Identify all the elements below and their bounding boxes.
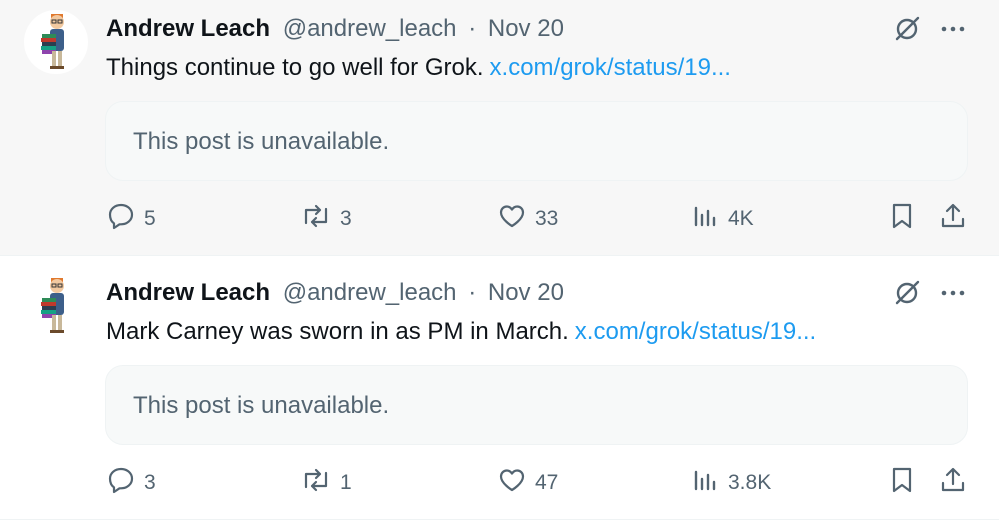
repost-button[interactable]: 3 — [300, 197, 352, 241]
view-count: 4K — [728, 207, 754, 230]
grok-icon[interactable] — [892, 14, 922, 49]
like-button[interactable]: 33 — [497, 197, 558, 241]
bookmark-button[interactable] — [888, 461, 916, 505]
reply-icon — [106, 465, 136, 501]
views-icon — [692, 465, 720, 501]
quote-card-unavailable: This post is unavailable. — [105, 365, 968, 445]
reply-button[interactable]: 5 — [106, 197, 156, 241]
post-text-content: Things continue to go well for Grok. — [106, 54, 484, 81]
author-name[interactable]: Andrew Leach — [106, 279, 270, 306]
more-icon[interactable] — [938, 278, 968, 313]
action-bar: 5 3 33 4K — [0, 197, 999, 241]
quote-card-unavailable: This post is unavailable. — [105, 101, 968, 181]
post-header: Andrew Leach @andrew_leach · Nov 20 — [106, 278, 564, 308]
like-count: 33 — [535, 207, 559, 230]
heart-icon — [497, 201, 527, 237]
post[interactable]: Andrew Leach @andrew_leach · Nov 20 Thin… — [0, 0, 999, 256]
separator: · — [468, 279, 477, 306]
repost-button[interactable]: 1 — [300, 461, 352, 505]
grok-icon[interactable] — [892, 278, 922, 313]
views-button[interactable]: 4K — [692, 197, 754, 241]
share-icon — [938, 201, 968, 237]
avatar[interactable] — [24, 274, 88, 338]
avatar[interactable] — [24, 10, 88, 74]
repost-count: 3 — [340, 207, 352, 230]
views-icon — [692, 201, 720, 237]
post-text-content: Mark Carney was sworn in as PM in March. — [106, 318, 569, 345]
reply-count: 3 — [144, 471, 156, 494]
author-handle[interactable]: @andrew_leach — [283, 279, 457, 306]
views-button[interactable]: 3.8K — [692, 461, 771, 505]
share-button[interactable] — [938, 461, 968, 505]
reply-count: 5 — [144, 207, 156, 230]
like-button[interactable]: 47 — [497, 461, 558, 505]
share-button[interactable] — [938, 197, 968, 241]
reply-icon — [106, 201, 136, 237]
post-text: Things continue to go well for Grok. x.co… — [106, 52, 731, 84]
view-count: 3.8K — [728, 471, 772, 494]
action-bar: 3 1 47 3.8K — [0, 461, 999, 505]
bookmark-button[interactable] — [888, 197, 916, 241]
repost-count: 1 — [340, 471, 352, 494]
bookmark-icon — [888, 465, 916, 501]
post-text: Mark Carney was sworn in as PM in March.… — [106, 316, 816, 348]
separator: · — [468, 15, 477, 42]
post-header: Andrew Leach @andrew_leach · Nov 20 — [106, 14, 564, 44]
post-link[interactable]: x.com/grok/status/19... — [575, 318, 816, 345]
author-handle[interactable]: @andrew_leach — [283, 15, 457, 42]
like-count: 47 — [535, 471, 559, 494]
post[interactable]: Andrew Leach @andrew_leach · Nov 20 Mark… — [0, 264, 999, 520]
repost-icon — [300, 465, 332, 501]
reply-button[interactable]: 3 — [106, 461, 156, 505]
avatar-image — [41, 14, 64, 69]
heart-icon — [497, 465, 527, 501]
avatar-image — [41, 278, 64, 333]
repost-icon — [300, 201, 332, 237]
author-name[interactable]: Andrew Leach — [106, 15, 270, 42]
post-date[interactable]: Nov 20 — [488, 279, 564, 306]
share-icon — [938, 465, 968, 501]
post-date[interactable]: Nov 20 — [488, 15, 564, 42]
more-icon[interactable] — [938, 14, 968, 49]
bookmark-icon — [888, 201, 916, 237]
post-link[interactable]: x.com/grok/status/19... — [490, 54, 731, 81]
